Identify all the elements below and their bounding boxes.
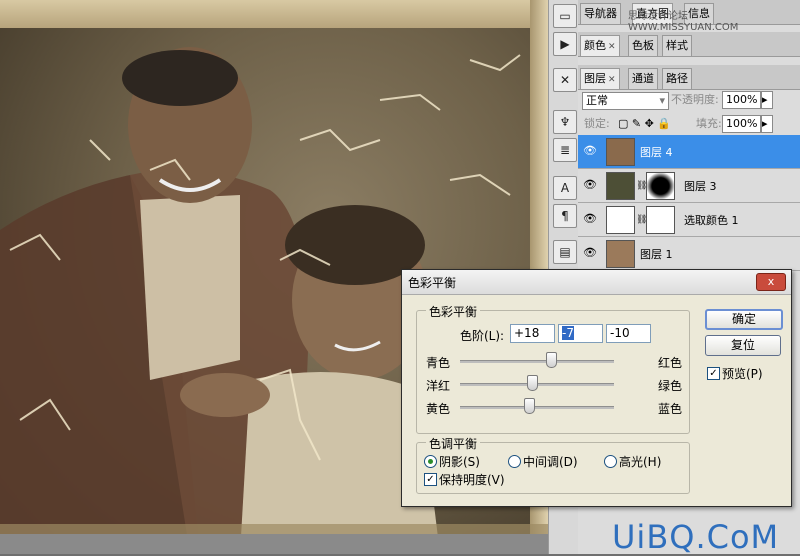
layer-name: 图层 4 — [640, 146, 673, 159]
blend-mode-value: 正常 — [586, 94, 608, 107]
color-balance-legend: 色彩平衡 — [426, 303, 481, 320]
scrollbar-area[interactable] — [0, 534, 548, 554]
character-icon[interactable]: A — [553, 176, 577, 200]
opacity-arrow-icon[interactable]: ▸ — [761, 91, 773, 109]
slider-thumb[interactable] — [524, 398, 536, 414]
reset-button[interactable]: 复位 — [705, 335, 781, 356]
slider-right-label: 蓝色 — [658, 402, 683, 416]
layer-name: 图层 3 — [684, 180, 717, 193]
photo-frame-bottom — [0, 524, 548, 534]
preserve-luminosity-label: 保持明度(V) — [439, 473, 505, 487]
paragraph-icon[interactable]: ¶ — [553, 204, 577, 228]
slider-left-label: 黄色 — [426, 402, 451, 416]
tone-balance-legend: 色调平衡 — [426, 435, 481, 452]
eye-icon[interactable]: 👁 — [581, 211, 599, 227]
tab-label: 色板 — [632, 39, 654, 52]
brush-icon[interactable]: ♆ — [553, 110, 577, 134]
color-balance-dialog: 色彩平衡 x 色彩平衡 色阶(L): +18 -7 -10 青色 红色 洋红 绿… — [401, 269, 792, 507]
close-icon[interactable]: ✕ — [608, 75, 616, 85]
levels-label: 色阶(L): — [460, 329, 505, 343]
eye-icon[interactable]: 👁 — [581, 245, 599, 261]
color-tabs: 颜色 ✕ 色板 样式 — [578, 32, 800, 57]
tab-label: 颜色 — [584, 39, 606, 52]
level-input-magenta-green[interactable]: -7 — [558, 324, 603, 343]
tab-swatches[interactable]: 色板 — [628, 35, 658, 56]
lock-icons[interactable]: ▢ ✎ ✥ 🔒 — [618, 115, 671, 133]
notes-icon[interactable]: ▤ — [553, 240, 577, 264]
fill-arrow-icon[interactable]: ▸ — [761, 115, 773, 133]
layer-tabs: 图层 ✕ 通道 路径 — [578, 65, 800, 90]
radio-label: 中间调(D) — [523, 455, 578, 469]
level-input-yellow-blue[interactable]: -10 — [606, 324, 651, 343]
layer-row[interactable]: 👁 图层 4 — [578, 135, 800, 169]
eye-icon[interactable]: 👁 — [581, 177, 599, 193]
tab-paths[interactable]: 路径 — [662, 68, 692, 89]
slider-left-label: 青色 — [426, 356, 451, 370]
layer-thumbnail — [606, 172, 635, 200]
slider-right-label: 绿色 — [658, 379, 683, 393]
tab-channels[interactable]: 通道 — [628, 68, 658, 89]
opacity-input[interactable]: 100% — [722, 91, 761, 109]
site-watermark: UiBQ.CoM — [612, 518, 780, 556]
lock-label: 锁定: — [584, 117, 610, 130]
preserve-luminosity-checkbox[interactable]: ✓ — [424, 473, 437, 486]
slider-thumb[interactable] — [545, 352, 557, 368]
adjustment-icon — [606, 206, 635, 234]
tab-styles[interactable]: 样式 — [662, 35, 692, 56]
slider-thumb[interactable] — [526, 375, 538, 391]
layer-name: 图层 1 — [640, 248, 673, 261]
layer-row[interactable]: 👁 ⛓ 选取颜色 1 — [578, 203, 800, 237]
fill-input[interactable]: 100% — [722, 115, 761, 133]
tools-icon[interactable]: ✕ — [553, 68, 577, 92]
layer-row[interactable]: 👁 ⛓ 图层 3 — [578, 169, 800, 203]
layer-thumbnail — [606, 240, 635, 268]
stamp-icon[interactable]: ≣ — [553, 138, 577, 162]
radio-label: 高光(H) — [619, 455, 662, 469]
navigator-icon[interactable]: ▭ — [553, 4, 577, 28]
level-value: -7 — [562, 326, 574, 340]
mask-thumbnail — [646, 172, 675, 200]
ok-button[interactable]: 确定 — [705, 309, 783, 330]
layer-row[interactable]: 👁 图层 1 — [578, 237, 800, 271]
level-input-cyan-red[interactable]: +18 — [510, 324, 555, 343]
preview-checkbox[interactable]: ✓ — [707, 367, 720, 380]
slider-track[interactable] — [460, 360, 614, 363]
layer-thumbnail — [606, 138, 635, 166]
slider-track[interactable] — [460, 406, 614, 409]
tab-label: 样式 — [666, 39, 688, 52]
opacity-label: 不透明度: — [671, 93, 719, 106]
tab-layers[interactable]: 图层 ✕ — [580, 68, 620, 89]
chevron-down-icon: ▾ — [659, 94, 665, 107]
dialog-title: 色彩平衡 — [408, 276, 457, 290]
layer-name: 选取颜色 1 — [684, 214, 739, 227]
watermark-small: 思缘设计论坛 WWW.MISSYUAN.COM — [628, 11, 739, 33]
tab-label: 通道 — [632, 72, 654, 85]
radio-highlights[interactable] — [604, 455, 617, 468]
dialog-titlebar[interactable]: 色彩平衡 x — [402, 270, 791, 295]
radio-shadows[interactable] — [424, 455, 437, 468]
preview-label: 预览(P) — [722, 367, 763, 381]
eye-icon[interactable]: 👁 — [581, 143, 599, 159]
tab-color[interactable]: 颜色 ✕ — [580, 35, 620, 56]
play-icon[interactable]: ▶ — [553, 32, 577, 56]
tab-label: 导航器 — [584, 7, 617, 20]
radio-midtones[interactable] — [508, 455, 521, 468]
radio-label: 阴影(S) — [439, 455, 480, 469]
blend-mode-select[interactable]: 正常 ▾ — [582, 92, 669, 110]
close-button[interactable]: x — [756, 273, 786, 291]
mask-thumbnail — [646, 206, 675, 234]
slider-right-label: 红色 — [658, 356, 683, 370]
photo-frame-top — [0, 0, 548, 28]
close-icon[interactable]: ✕ — [608, 42, 616, 52]
tab-label: 路径 — [666, 72, 688, 85]
tab-label: 图层 — [584, 72, 606, 85]
slider-left-label: 洋红 — [426, 379, 451, 393]
fill-label: 填充: — [696, 117, 722, 130]
tab-navigator[interactable]: 导航器 — [580, 3, 621, 24]
